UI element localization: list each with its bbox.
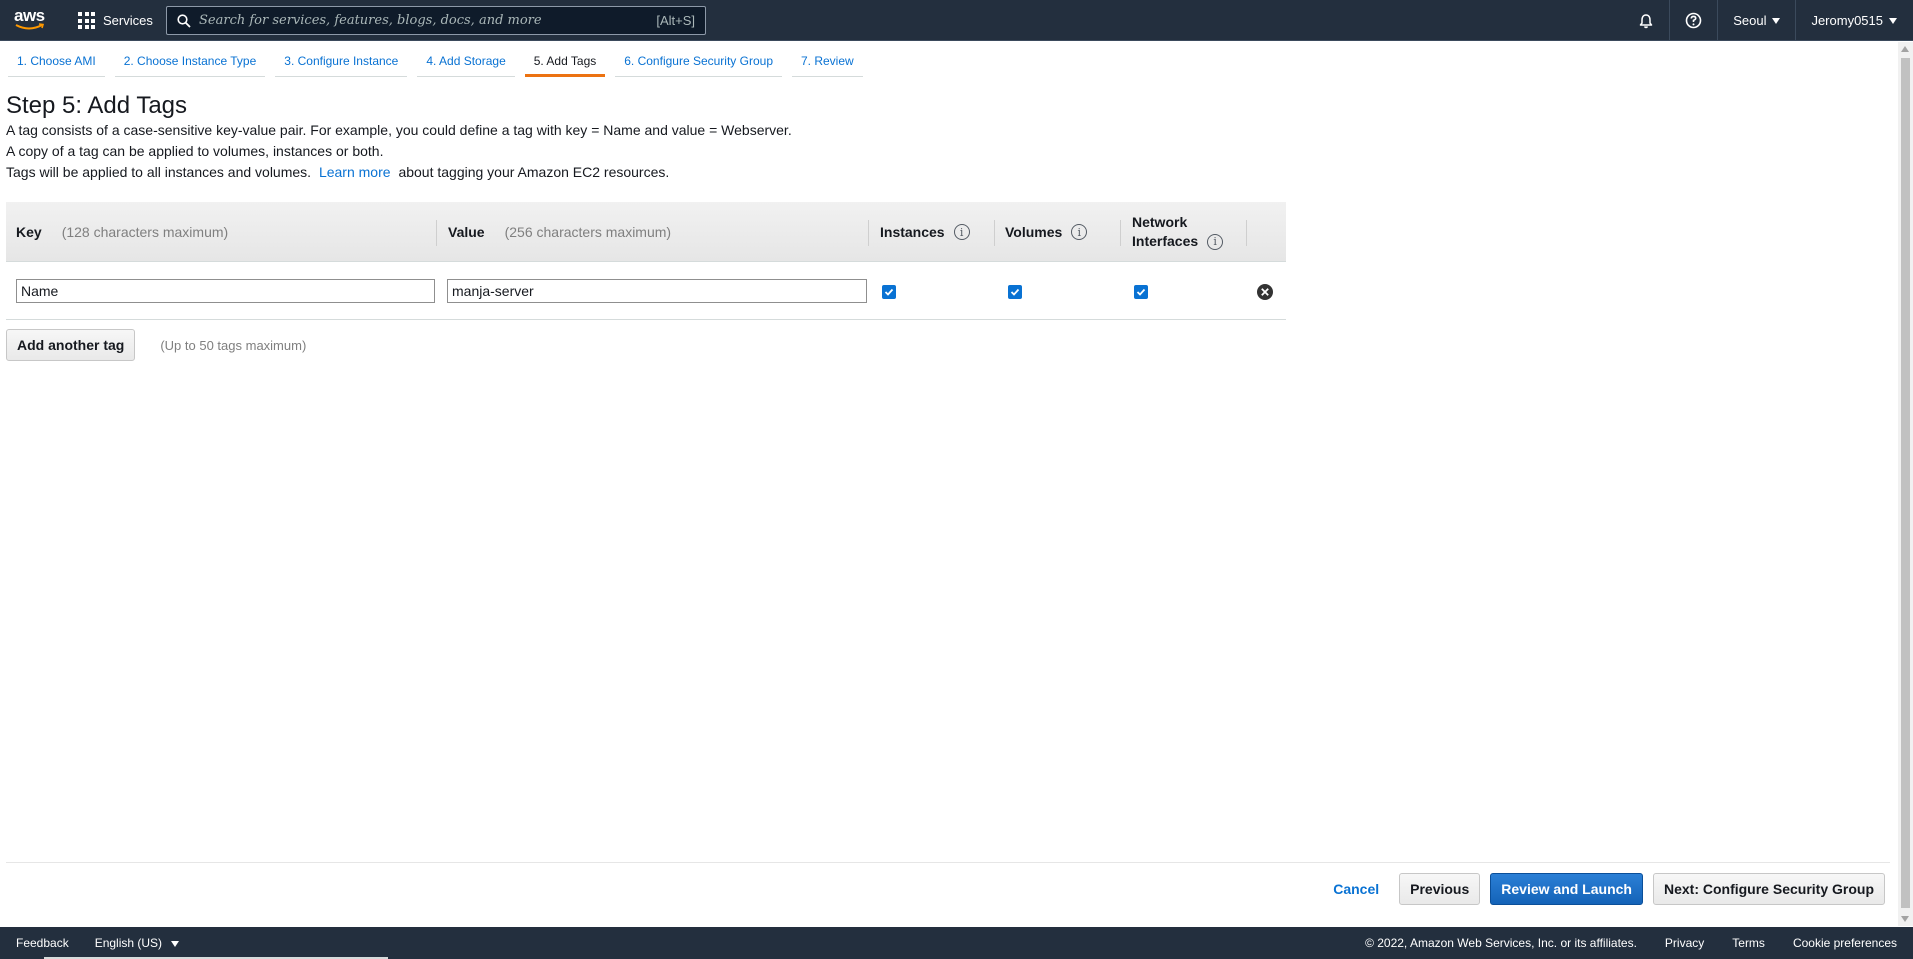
aws-logo-text: aws [14,6,45,25]
wizard-steps: 1. Choose AMI 2. Choose Instance Type 3.… [8,52,873,78]
header-key: Key (128 characters maximum) [16,202,228,262]
header-volumes: Volumes i [1005,202,1088,262]
scroll-down-icon[interactable] [1901,916,1909,922]
description-line-3-post: about tagging your Amazon EC2 resources. [398,164,670,180]
page-title: Step 5: Add Tags [6,92,188,119]
search-shortcut: [Alt+S] [656,13,695,28]
header-instances-label: Instances [880,224,945,240]
add-tag-row: Add another tag (Up to 50 tags maximum) [6,329,306,361]
scrollbar-thumb[interactable] [1901,58,1910,908]
header-value: Value (256 characters maximum) [448,202,671,262]
description-line-1: A tag consists of a case-sensitive key-v… [6,122,792,138]
description-line-2: A copy of a tag can be applied to volume… [6,143,384,159]
header-value-hint: (256 characters maximum) [504,224,672,240]
header-value-label: Value [448,224,485,240]
scroll-up-icon[interactable] [1901,46,1909,52]
learn-more-link[interactable]: Learn more [319,164,391,180]
previous-button[interactable]: Previous [1399,873,1481,905]
services-menu-button[interactable]: Services [78,0,153,41]
aws-logo[interactable]: aws [14,7,48,33]
caret-down-icon [1889,17,1897,24]
description-line-3: Tags will be applied to all instances an… [6,162,792,183]
grid-menu-icon [78,12,95,29]
info-icon[interactable]: i [953,224,970,240]
divider [6,862,1890,863]
checkmark-icon [884,288,894,296]
search-icon [177,13,191,28]
add-another-tag-button[interactable]: Add another tag [6,329,136,361]
help-icon [1685,12,1702,29]
volumes-checkbox[interactable] [1008,285,1022,299]
region-label: Seoul [1733,13,1767,28]
cookie-preferences-link[interactable]: Cookie preferences [1793,936,1897,950]
search-placeholder: Search for services, features, blogs, do… [199,13,542,28]
description-line-3-pre: Tags will be applied to all instances an… [6,164,312,180]
checkmark-icon [1136,288,1146,296]
help-button[interactable] [1669,0,1717,41]
language-label: English (US) [94,936,163,950]
tab-add-storage[interactable]: 4. Add Storage [417,52,515,77]
header-network-interfaces: Network Interfaces i [1132,202,1224,262]
terms-link[interactable]: Terms [1732,936,1765,950]
services-label: Services [103,13,153,28]
wizard-actions: Cancel Previous Review and Launch Next: … [1333,873,1885,905]
tab-choose-ami[interactable]: 1. Choose AMI [8,52,105,77]
tags-table-header: Key (128 characters maximum) Value (256 … [6,202,1286,262]
tag-value-input[interactable] [447,279,867,303]
cancel-button[interactable]: Cancel [1333,881,1379,897]
table-row [6,262,1286,320]
privacy-link[interactable]: Privacy [1665,936,1704,950]
tab-add-tags[interactable]: 5. Add Tags [524,52,606,77]
header-volumes-label: Volumes [1005,224,1063,240]
feedback-link[interactable]: Feedback [16,936,69,950]
header-network-interfaces-label: Network Interfaces [1132,214,1199,249]
vertical-scrollbar[interactable] [1898,42,1913,926]
network-interfaces-checkbox[interactable] [1134,285,1148,299]
search-box[interactable]: Search for services, features, blogs, do… [166,6,706,35]
page-description: A tag consists of a case-sensitive key-v… [6,120,792,183]
info-icon[interactable]: i [1207,233,1224,250]
remove-tag-icon[interactable] [1256,283,1274,301]
next-configure-security-group-button[interactable]: Next: Configure Security Group [1652,873,1885,905]
language-selector[interactable]: English (US) [95,936,180,950]
tab-choose-instance-type[interactable]: 2. Choose Instance Type [114,52,266,77]
add-tag-hint: (Up to 50 tags maximum) [160,337,307,353]
header-instances: Instances i [880,202,970,262]
tab-configure-security-group[interactable]: 6. Configure Security Group [615,52,782,77]
caret-down-icon [171,941,180,947]
header-key-hint: (128 characters maximum) [61,224,229,240]
instances-checkbox[interactable] [882,285,896,299]
account-label: Jeromy0515 [1811,13,1883,28]
checkmark-icon [1010,288,1020,296]
review-and-launch-button[interactable]: Review and Launch [1490,873,1643,905]
caret-down-icon [1772,17,1781,24]
info-icon[interactable]: i [1071,224,1088,240]
tag-key-input[interactable] [16,279,435,303]
copyright-text: © 2022, Amazon Web Services, Inc. or its… [1365,936,1637,950]
bell-icon [1639,13,1653,28]
console-footer: Feedback English (US) © 2022, Amazon Web… [0,927,1913,959]
tags-table: Key (128 characters maximum) Value (256 … [6,202,1286,320]
notifications-button[interactable] [1623,0,1669,41]
aws-smile-icon [15,23,45,30]
tab-configure-instance[interactable]: 3. Configure Instance [275,52,408,77]
account-menu[interactable]: Jeromy0515 [1795,0,1913,41]
region-selector[interactable]: Seoul [1717,0,1795,41]
top-navigation-bar: aws Services Search for services, featur… [0,0,1913,41]
header-key-label: Key [16,224,42,240]
tab-review[interactable]: 7. Review [792,52,863,77]
